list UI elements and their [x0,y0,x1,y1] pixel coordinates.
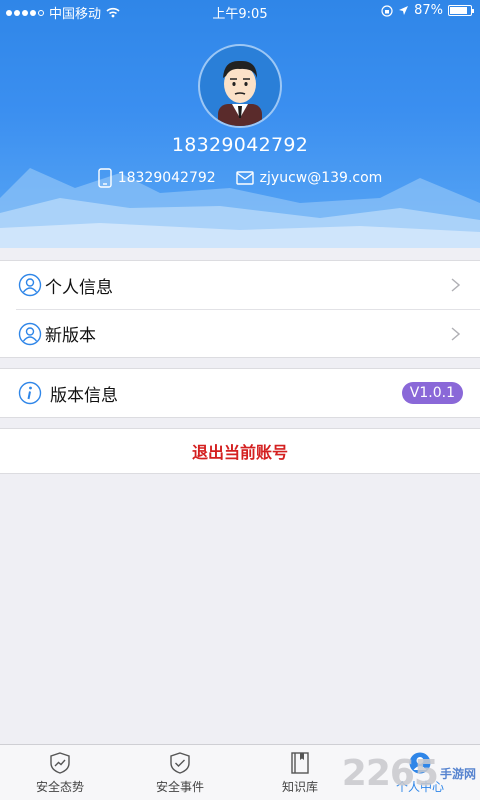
shield-check-icon [170,752,190,774]
menu-item-new-version[interactable]: 新版本 [16,309,480,357]
profile-phone: 18329042792 [117,170,216,186]
avatar[interactable] [198,44,282,128]
watermark-text: 手游网 [439,766,476,781]
shield-chart-icon [50,752,70,774]
battery-icon [448,5,474,16]
menu-label-version-info: 版本信息 [50,385,118,406]
status-bar: 中国移动 上午9:05 87% [0,0,480,22]
chevron-right-icon [451,278,460,292]
user-circle-icon [18,322,42,346]
profile-username: 18329042792 [171,134,309,156]
profile-header: 中国移动 上午9:05 87% 18329042792 18329042792 … [0,0,480,248]
watermark-number: 2265 [341,753,439,794]
account-menu-group: 个人信息 新版本 [0,260,480,358]
site-watermark: 2265 手游网 [342,753,476,794]
version-info-group: 版本信息 V1.0.1 [0,368,480,418]
info-icon [18,381,42,405]
tab-label: 安全态势 [35,780,84,794]
profile-contact: 18329042792 zjyucw@139.com [0,168,480,188]
tab-label: 知识库 [281,780,318,794]
profile-email: zjyucw@139.com [259,170,383,186]
chevron-right-icon [451,327,460,341]
orientation-lock-icon [381,4,393,17]
tab-label: 安全事件 [155,780,204,794]
tab-bar: 安全态势 安全事件 知识库 个人中心 2265 手游网 [0,744,480,800]
version-badge: V1.0.1 [401,382,463,404]
menu-item-personal-info[interactable]: 个人信息 [0,261,480,309]
tab-security-events[interactable]: 安全事件 [120,745,240,800]
logout-button[interactable]: 退出当前账号 [0,428,480,474]
tab-security-posture[interactable]: 安全态势 [0,745,120,800]
menu-label-personal-info: 个人信息 [45,277,113,298]
mail-icon [235,171,254,185]
menu-item-version-info[interactable]: 版本信息 V1.0.1 [0,369,480,417]
book-icon [291,752,309,774]
location-arrow-icon [399,6,409,15]
phone-icon [97,168,112,188]
user-circle-icon [18,273,42,297]
cartoon-man-avatar-icon [218,60,262,126]
battery-percent: 87% [414,3,443,18]
menu-label-new-version: 新版本 [45,326,96,346]
